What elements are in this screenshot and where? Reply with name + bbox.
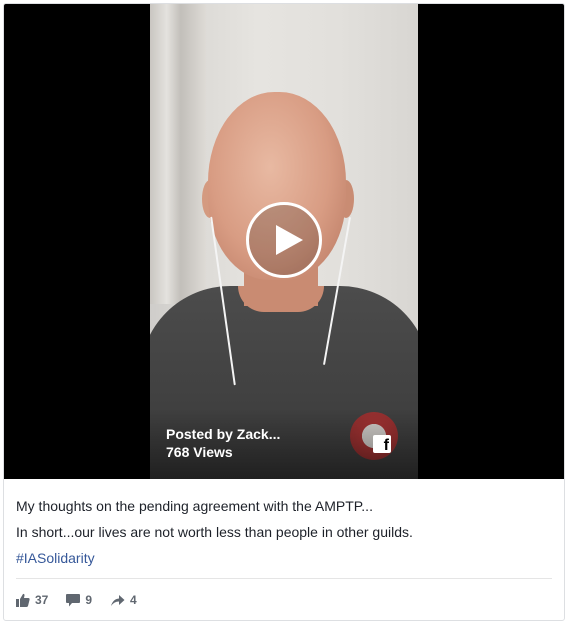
play-button[interactable] [246, 202, 322, 278]
like-count-value: 37 [35, 593, 49, 607]
comment-count-value: 9 [85, 593, 93, 607]
play-icon [276, 225, 303, 255]
divider [16, 578, 552, 579]
engagement-bar: 37 9 4 [16, 590, 137, 610]
thumbs-up-icon [16, 593, 30, 607]
share-count-value: 4 [130, 593, 137, 607]
comment-icon [66, 593, 81, 606]
like-count[interactable]: 37 [16, 593, 48, 607]
share-count[interactable]: 4 [110, 593, 137, 607]
video-posted-by[interactable]: Posted by Zack... [166, 425, 280, 443]
facebook-glyph: f [383, 437, 389, 454]
video-view-count: 768 Views [166, 444, 233, 460]
facebook-icon[interactable]: f [373, 435, 391, 454]
post-text-line-1: My thoughts on the pending agreement wit… [16, 498, 373, 514]
video-player[interactable]: Posted by Zack... 768 Views f [4, 4, 564, 479]
hashtag-link[interactable]: #IASolidarity [16, 550, 95, 566]
embedded-post-card: Posted by Zack... 768 Views f My thought… [3, 3, 565, 621]
comment-count[interactable]: 9 [66, 593, 92, 607]
share-arrow-icon [111, 594, 125, 606]
post-text-line-2: In short...our lives are not worth less … [16, 524, 413, 540]
door-frame [150, 4, 206, 304]
